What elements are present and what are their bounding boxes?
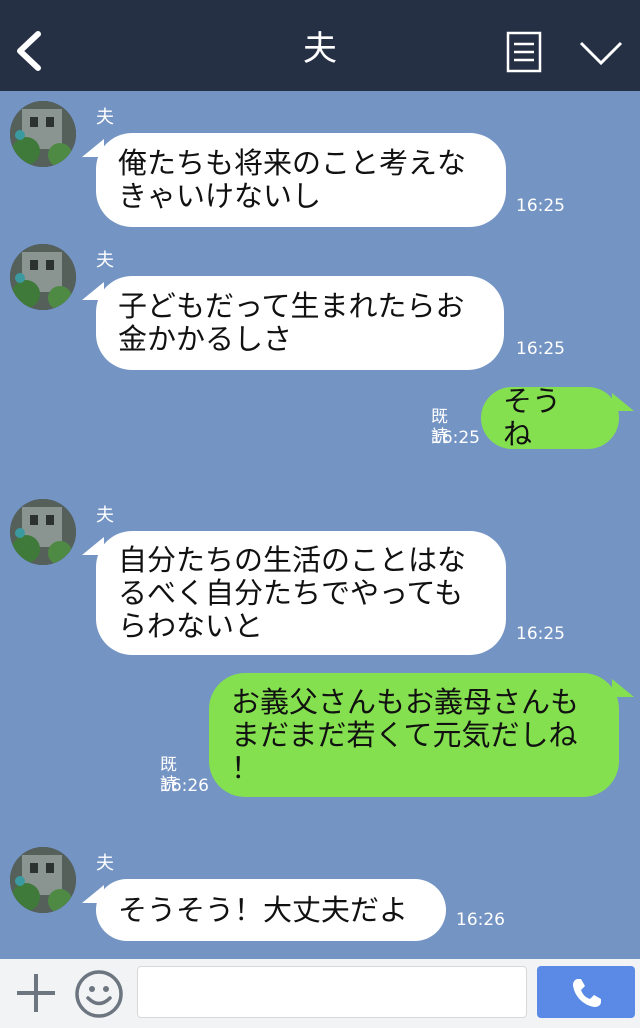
bubble-tail — [612, 393, 634, 411]
message-time: 16:25 — [431, 428, 480, 448]
sender-name: 夫 — [96, 250, 114, 271]
message-bubble[interactable]: お義父さんもお義母さんも まだまだ若くて元気だしね ！ — [209, 673, 619, 797]
chat-header: 夫 — [0, 0, 640, 91]
message-list: 夫 俺たちも将来のこと考えな きゃいけないし 16:25 夫 子どもだって生まれ… — [0, 91, 640, 959]
message-time: 16:26 — [160, 776, 209, 796]
avatar[interactable] — [10, 847, 76, 913]
input-bar — [0, 959, 640, 1028]
message-bubble[interactable]: そうね — [481, 385, 619, 451]
call-button[interactable] — [537, 966, 635, 1018]
smile-icon[interactable] — [74, 969, 124, 1019]
list-icon[interactable] — [506, 31, 542, 73]
sender-name: 夫 — [96, 505, 114, 526]
chat-title: 夫 — [303, 29, 337, 69]
bubble-tail — [612, 679, 634, 697]
sender-name: 夫 — [96, 853, 114, 874]
avatar[interactable] — [10, 499, 76, 565]
plus-icon[interactable] — [14, 971, 58, 1015]
message-bubble[interactable]: 自分たちの生活のことはな るべく自分たちでやっても らわないと — [96, 531, 506, 655]
message-bubble[interactable]: そうそう！大丈夫だよ — [96, 879, 446, 941]
sender-name: 夫 — [96, 107, 114, 128]
avatar[interactable] — [10, 101, 76, 167]
message-input[interactable] — [137, 966, 527, 1018]
message-bubble[interactable]: 俺たちも将来のこと考えな きゃいけないし — [96, 133, 506, 227]
message-time: 16:25 — [516, 196, 565, 216]
phone-icon — [573, 979, 601, 1007]
message-time: 16:25 — [516, 624, 565, 644]
message-time: 16:25 — [516, 339, 565, 359]
chevron-down-icon[interactable] — [578, 38, 624, 68]
message-bubble[interactable]: 子どもだって生まれたらお 金かかるしさ — [96, 276, 504, 370]
avatar[interactable] — [10, 244, 76, 310]
message-time: 16:26 — [456, 910, 505, 930]
